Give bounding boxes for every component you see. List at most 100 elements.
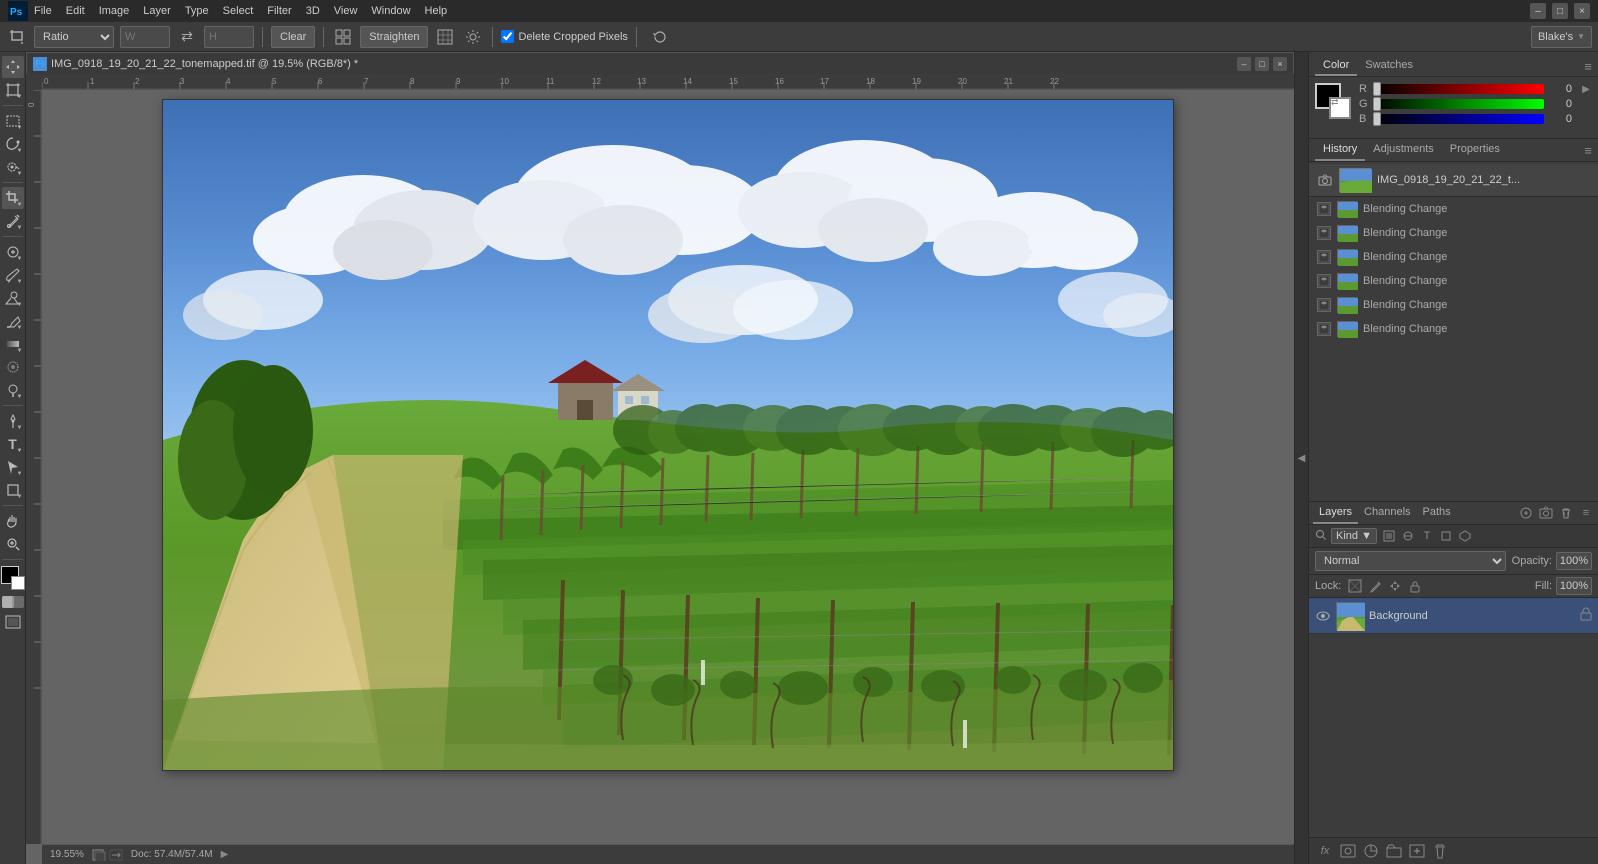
filter-adjustment-icon[interactable] [1400,528,1416,544]
artboard-tool[interactable]: ▼ [2,79,24,101]
color-panel-close[interactable]: ≡ [1584,59,1592,74]
layer-adjustment-icon[interactable] [1361,841,1381,861]
tab-history[interactable]: History [1315,139,1365,161]
eyedropper-tool[interactable]: ▼ [2,210,24,232]
blend-mode-select[interactable]: Normal [1315,551,1506,571]
history-item-1[interactable]: Blending Change [1309,221,1598,245]
lock-move-icon[interactable] [1387,578,1403,594]
height-input[interactable] [204,26,254,48]
path-select-tool[interactable]: ▼ [2,456,24,478]
history-item-2[interactable]: Blending Change [1309,245,1598,269]
layer-group-icon[interactable] [1384,841,1404,861]
swap-colors-icon[interactable]: ⇄ [1331,97,1339,105]
blue-slider[interactable] [1373,114,1544,124]
grid-icon[interactable] [332,26,354,48]
reset-icon[interactable] [649,26,671,48]
tab-swatches[interactable]: Swatches [1357,56,1421,76]
filter-smartobj-icon[interactable] [1457,528,1473,544]
doc-maximize-button[interactable]: □ [1255,57,1269,71]
eraser-tool[interactable]: ▼ [2,310,24,332]
history-item-5[interactable]: Blending Change [1309,317,1598,341]
background-color[interactable] [11,576,25,590]
menu-layer[interactable]: Layer [143,5,171,17]
add-layer-adjustment-icon[interactable] [1518,505,1534,521]
history-panel-close[interactable]: ≡ [1584,143,1592,158]
fill-input[interactable] [1556,577,1592,595]
menu-edit[interactable]: Edit [66,5,85,17]
overlay-icon[interactable] [434,26,456,48]
pen-tool[interactable]: ▼ [2,410,24,432]
restore-button[interactable]: □ [1552,3,1568,19]
blue-slider-thumb[interactable] [1373,112,1381,126]
lock-all-icon[interactable] [1407,578,1423,594]
menu-type[interactable]: Type [185,5,209,17]
delete-layer-bottom-icon[interactable] [1430,841,1450,861]
layer-mask-icon[interactable] [1338,841,1358,861]
quick-mask-btn[interactable] [2,595,24,612]
heal-tool[interactable]: ▼ [2,241,24,263]
swap-icon[interactable]: ⇄ [176,26,198,48]
lock-paint-icon[interactable] [1367,578,1383,594]
gradient-tool[interactable]: ▼ [2,333,24,355]
marquee-tool[interactable]: ▼ [2,110,24,132]
history-item-0[interactable]: Blending Change [1309,197,1598,221]
menu-help[interactable]: Help [425,5,448,17]
minimize-button[interactable]: – [1530,3,1546,19]
straighten-button[interactable]: Straighten [360,26,428,48]
menu-file[interactable]: File [34,5,52,17]
filter-shape-icon[interactable] [1438,528,1454,544]
status-forward-arrow[interactable]: ▶ [221,849,229,860]
zoom-tool[interactable] [2,533,24,555]
quick-select-tool[interactable]: ▼ [2,156,24,178]
move-tool[interactable] [2,56,24,78]
menu-3d[interactable]: 3D [306,5,320,17]
history-item-3[interactable]: Blending Change [1309,269,1598,293]
panel-collapse-button[interactable]: ◀ [1294,52,1308,864]
type-tool[interactable]: T ▼ [2,433,24,455]
layer-item-background[interactable]: Background [1309,598,1598,634]
dodge-tool[interactable]: ▼ [2,379,24,401]
settings-icon[interactable] [462,26,484,48]
camera-snapshot-icon[interactable] [1538,505,1554,521]
tab-properties[interactable]: Properties [1442,139,1508,161]
tab-layers[interactable]: Layers [1313,502,1358,524]
doc-close-button[interactable]: × [1273,57,1287,71]
workspace-selector[interactable]: Blake's ▼ [1531,26,1592,48]
tab-paths[interactable]: Paths [1417,502,1457,524]
crop-tool[interactable]: ▼ [2,187,24,209]
opacity-input[interactable] [1556,552,1592,570]
width-input[interactable] [120,26,170,48]
green-slider[interactable] [1373,99,1544,109]
ratio-select[interactable]: Ratio [34,26,114,48]
layers-panel-menu-icon[interactable]: ≡ [1578,505,1594,521]
blur-tool[interactable] [2,356,24,378]
filter-type-icon[interactable]: T [1419,528,1435,544]
menu-select[interactable]: Select [223,5,254,17]
red-slider-thumb[interactable] [1373,82,1381,96]
shape-tool[interactable]: ▼ [2,479,24,501]
tab-color[interactable]: Color [1315,56,1357,76]
delete-cropped-label[interactable]: Delete Cropped Pixels [501,30,627,43]
fg-bg-color-picker[interactable] [1,566,25,590]
menu-window[interactable]: Window [371,5,410,17]
layers-kind-selector[interactable]: Kind ▼ [1331,528,1377,544]
doc-minimize-button[interactable]: – [1237,57,1251,71]
delete-cropped-checkbox[interactable] [501,30,514,43]
history-item-4[interactable]: Blending Change [1309,293,1598,317]
filter-pixel-icon[interactable] [1381,528,1397,544]
color-panel-menu-icon[interactable]: ▶ [1580,83,1592,95]
delete-layer-icon[interactable] [1558,505,1574,521]
lasso-tool[interactable]: ▼ [2,133,24,155]
tab-channels[interactable]: Channels [1358,502,1416,524]
stamp-tool[interactable]: ▼ [2,287,24,309]
history-snapshot[interactable]: IMG_0918_19_20_21_22_t... [1309,164,1598,197]
menu-filter[interactable]: Filter [267,5,291,17]
menu-image[interactable]: Image [99,5,130,17]
layer-visibility-background[interactable] [1315,608,1331,624]
new-layer-icon[interactable] [1407,841,1427,861]
close-button[interactable]: × [1574,3,1590,19]
hand-tool[interactable] [2,510,24,532]
menu-view[interactable]: View [334,5,358,17]
layer-fx-icon[interactable]: fx [1315,841,1335,861]
screen-mode-btn[interactable] [5,615,21,632]
